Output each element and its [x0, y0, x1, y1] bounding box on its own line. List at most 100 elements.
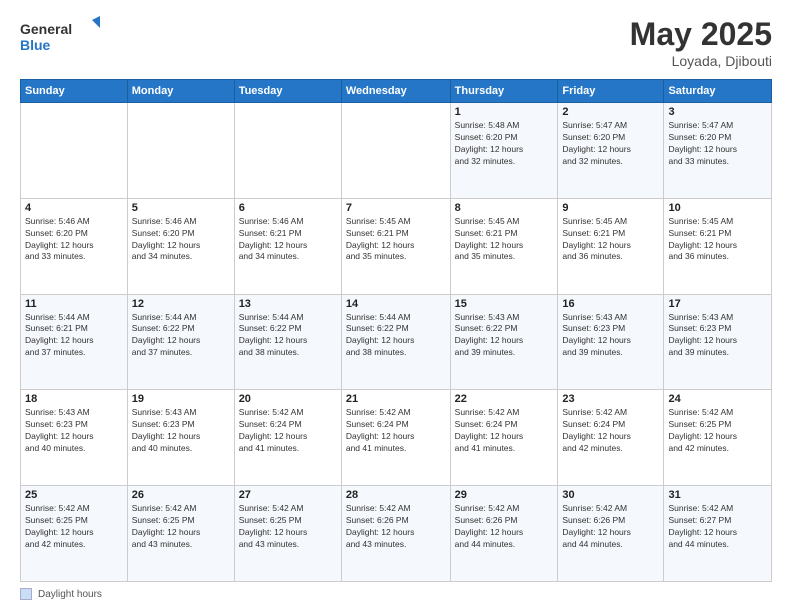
- day-number: 10: [668, 202, 767, 214]
- day-number: 25: [25, 489, 123, 501]
- calendar-cell: 30Sunrise: 5:42 AMSunset: 6:26 PMDayligh…: [558, 486, 664, 582]
- header-monday: Monday: [127, 80, 234, 103]
- calendar-cell: 4 Sunrise: 5:46 AMSunset: 6:20 PMDaylight…: [21, 198, 128, 294]
- day-info: Sunrise: 5:43 AMSunset: 6:23 PMDaylight:…: [668, 312, 767, 360]
- calendar-cell: 19Sunrise: 5:43 AMSunset: 6:23 PMDayligh…: [127, 390, 234, 486]
- calendar-cell: [234, 103, 341, 199]
- calendar-cell: 8 Sunrise: 5:45 AMSunset: 6:21 PMDaylight…: [450, 198, 558, 294]
- day-number: 15: [455, 298, 554, 310]
- day-info: Sunrise: 5:43 AMSunset: 6:23 PMDaylight:…: [25, 407, 123, 455]
- day-info: Sunrise: 5:42 AMSunset: 6:25 PMDaylight:…: [132, 503, 230, 551]
- day-info: Sunrise: 5:43 AMSunset: 6:23 PMDaylight:…: [562, 312, 659, 360]
- calendar-cell: 12Sunrise: 5:44 AMSunset: 6:22 PMDayligh…: [127, 294, 234, 390]
- calendar-cell: 22 Sunrise: 5:42 AMSunset: 6:24 PMDayligh…: [450, 390, 558, 486]
- calendar-cell: 3 Sunrise: 5:47 AMSunset: 6:20 PMDaylight…: [664, 103, 772, 199]
- logo: General Blue: [20, 16, 100, 56]
- day-number: 22: [455, 393, 554, 405]
- logo-svg: General Blue: [20, 16, 100, 56]
- day-number: 8: [455, 202, 554, 214]
- day-info: Sunrise: 5:42 AMSunset: 6:24 PMDaylight:…: [562, 407, 659, 455]
- day-number: 13: [239, 298, 337, 310]
- day-info: Sunrise: 5:42 AMSunset: 6:27 PMDaylight:…: [668, 503, 767, 551]
- footer-note: Daylight hours: [20, 588, 772, 600]
- calendar-cell: [21, 103, 128, 199]
- day-number: 2: [562, 106, 659, 118]
- day-info: Sunrise: 5:46 AMSunset: 6:20 PMDaylight:…: [132, 216, 230, 264]
- day-info: Sunrise: 5:42 AMSunset: 6:24 PMDaylight:…: [239, 407, 337, 455]
- footer-label: Daylight hours: [38, 589, 102, 600]
- day-info: Sunrise: 5:42 AMSunset: 6:25 PMDaylight:…: [239, 503, 337, 551]
- day-number: 1: [455, 106, 554, 118]
- day-number: 17: [668, 298, 767, 310]
- calendar-cell: 21Sunrise: 5:42 AMSunset: 6:24 PMDayligh…: [341, 390, 450, 486]
- calendar-cell: 11Sunrise: 5:44 AMSunset: 6:21 PMDayligh…: [21, 294, 128, 390]
- title-month: May 2025: [630, 16, 772, 53]
- day-number: 16: [562, 298, 659, 310]
- day-number: 27: [239, 489, 337, 501]
- header-thursday: Thursday: [450, 80, 558, 103]
- calendar-cell: 15 Sunrise: 5:43 AMSunset: 6:22 PMDayligh…: [450, 294, 558, 390]
- day-number: 12: [132, 298, 230, 310]
- week-row-2: 4 Sunrise: 5:46 AMSunset: 6:20 PMDaylight…: [21, 198, 772, 294]
- day-info: Sunrise: 5:45 AMSunset: 6:21 PMDaylight:…: [562, 216, 659, 264]
- day-info: Sunrise: 5:42 AMSunset: 6:24 PMDaylight:…: [455, 407, 554, 455]
- header-row: SundayMondayTuesdayWednesdayThursdayFrid…: [21, 80, 772, 103]
- day-number: 29: [455, 489, 554, 501]
- day-info: Sunrise: 5:43 AMSunset: 6:22 PMDaylight:…: [455, 312, 554, 360]
- week-row-3: 11Sunrise: 5:44 AMSunset: 6:21 PMDayligh…: [21, 294, 772, 390]
- day-number: 14: [346, 298, 446, 310]
- day-info: Sunrise: 5:42 AMSunset: 6:25 PMDaylight:…: [25, 503, 123, 551]
- day-info: Sunrise: 5:46 AMSunset: 6:21 PMDaylight:…: [239, 216, 337, 264]
- day-info: Sunrise: 5:44 AMSunset: 6:22 PMDaylight:…: [346, 312, 446, 360]
- day-info: Sunrise: 5:45 AMSunset: 6:21 PMDaylight:…: [455, 216, 554, 264]
- calendar-cell: 28Sunrise: 5:42 AMSunset: 6:26 PMDayligh…: [341, 486, 450, 582]
- calendar-cell: 25 Sunrise: 5:42 AMSunset: 6:25 PMDayligh…: [21, 486, 128, 582]
- day-number: 23: [562, 393, 659, 405]
- week-row-4: 18Sunrise: 5:43 AMSunset: 6:23 PMDayligh…: [21, 390, 772, 486]
- calendar-cell: 7Sunrise: 5:45 AMSunset: 6:21 PMDaylight…: [341, 198, 450, 294]
- day-number: 24: [668, 393, 767, 405]
- day-info: Sunrise: 5:47 AMSunset: 6:20 PMDaylight:…: [668, 120, 767, 168]
- header-saturday: Saturday: [664, 80, 772, 103]
- day-info: Sunrise: 5:46 AMSunset: 6:20 PMDaylight:…: [25, 216, 123, 264]
- day-number: 9: [562, 202, 659, 214]
- calendar-cell: 18Sunrise: 5:43 AMSunset: 6:23 PMDayligh…: [21, 390, 128, 486]
- daylight-box: [20, 588, 32, 600]
- day-info: Sunrise: 5:44 AMSunset: 6:21 PMDaylight:…: [25, 312, 123, 360]
- header: General Blue May 2025 Loyada, Djibouti: [20, 16, 772, 69]
- day-number: 5: [132, 202, 230, 214]
- calendar-cell: 13 Sunrise: 5:44 AMSunset: 6:22 PMDayligh…: [234, 294, 341, 390]
- calendar-cell: [341, 103, 450, 199]
- calendar-cell: 24Sunrise: 5:42 AMSunset: 6:25 PMDayligh…: [664, 390, 772, 486]
- day-number: 26: [132, 489, 230, 501]
- header-tuesday: Tuesday: [234, 80, 341, 103]
- day-info: Sunrise: 5:42 AMSunset: 6:26 PMDaylight:…: [455, 503, 554, 551]
- svg-text:Blue: Blue: [20, 37, 51, 53]
- week-row-5: 25 Sunrise: 5:42 AMSunset: 6:25 PMDayligh…: [21, 486, 772, 582]
- calendar-cell: 23 Sunrise: 5:42 AMSunset: 6:24 PMDayligh…: [558, 390, 664, 486]
- calendar-cell: 5 Sunrise: 5:46 AMSunset: 6:20 PMDaylight…: [127, 198, 234, 294]
- day-info: Sunrise: 5:45 AMSunset: 6:21 PMDaylight:…: [346, 216, 446, 264]
- day-info: Sunrise: 5:47 AMSunset: 6:20 PMDaylight:…: [562, 120, 659, 168]
- week-row-1: 1 Sunrise: 5:48 AMSunset: 6:20 PMDaylight…: [21, 103, 772, 199]
- svg-text:General: General: [20, 21, 72, 37]
- calendar-cell: 1 Sunrise: 5:48 AMSunset: 6:20 PMDaylight…: [450, 103, 558, 199]
- day-info: Sunrise: 5:42 AMSunset: 6:26 PMDaylight:…: [346, 503, 446, 551]
- day-number: 20: [239, 393, 337, 405]
- day-number: 3: [668, 106, 767, 118]
- calendar-cell: 17 Sunrise: 5:43 AMSunset: 6:23 PMDayligh…: [664, 294, 772, 390]
- calendar-cell: 26 Sunrise: 5:42 AMSunset: 6:25 PMDayligh…: [127, 486, 234, 582]
- day-info: Sunrise: 5:45 AMSunset: 6:21 PMDaylight:…: [668, 216, 767, 264]
- header-wednesday: Wednesday: [341, 80, 450, 103]
- day-info: Sunrise: 5:48 AMSunset: 6:20 PMDaylight:…: [455, 120, 554, 168]
- calendar-cell: [127, 103, 234, 199]
- calendar-table: SundayMondayTuesdayWednesdayThursdayFrid…: [20, 79, 772, 582]
- day-number: 21: [346, 393, 446, 405]
- day-info: Sunrise: 5:43 AMSunset: 6:23 PMDaylight:…: [132, 407, 230, 455]
- day-number: 4: [25, 202, 123, 214]
- calendar-cell: 31Sunrise: 5:42 AMSunset: 6:27 PMDayligh…: [664, 486, 772, 582]
- day-info: Sunrise: 5:44 AMSunset: 6:22 PMDaylight:…: [239, 312, 337, 360]
- header-friday: Friday: [558, 80, 664, 103]
- page: General Blue May 2025 Loyada, Djibouti S…: [0, 0, 792, 612]
- day-info: Sunrise: 5:42 AMSunset: 6:26 PMDaylight:…: [562, 503, 659, 551]
